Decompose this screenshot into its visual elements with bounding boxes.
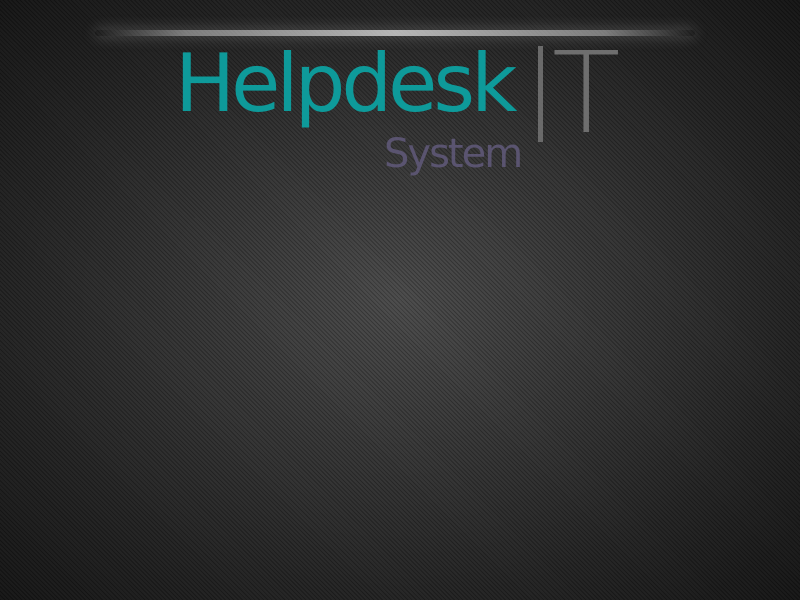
logo-subtitle: System (384, 131, 523, 177)
logo-title: Helpdesk (175, 37, 517, 130)
logo-separator (538, 46, 543, 142)
logo-badge: T (552, 29, 621, 159)
helpdesk-it-logo: Helpdesk T System (0, 0, 800, 220)
